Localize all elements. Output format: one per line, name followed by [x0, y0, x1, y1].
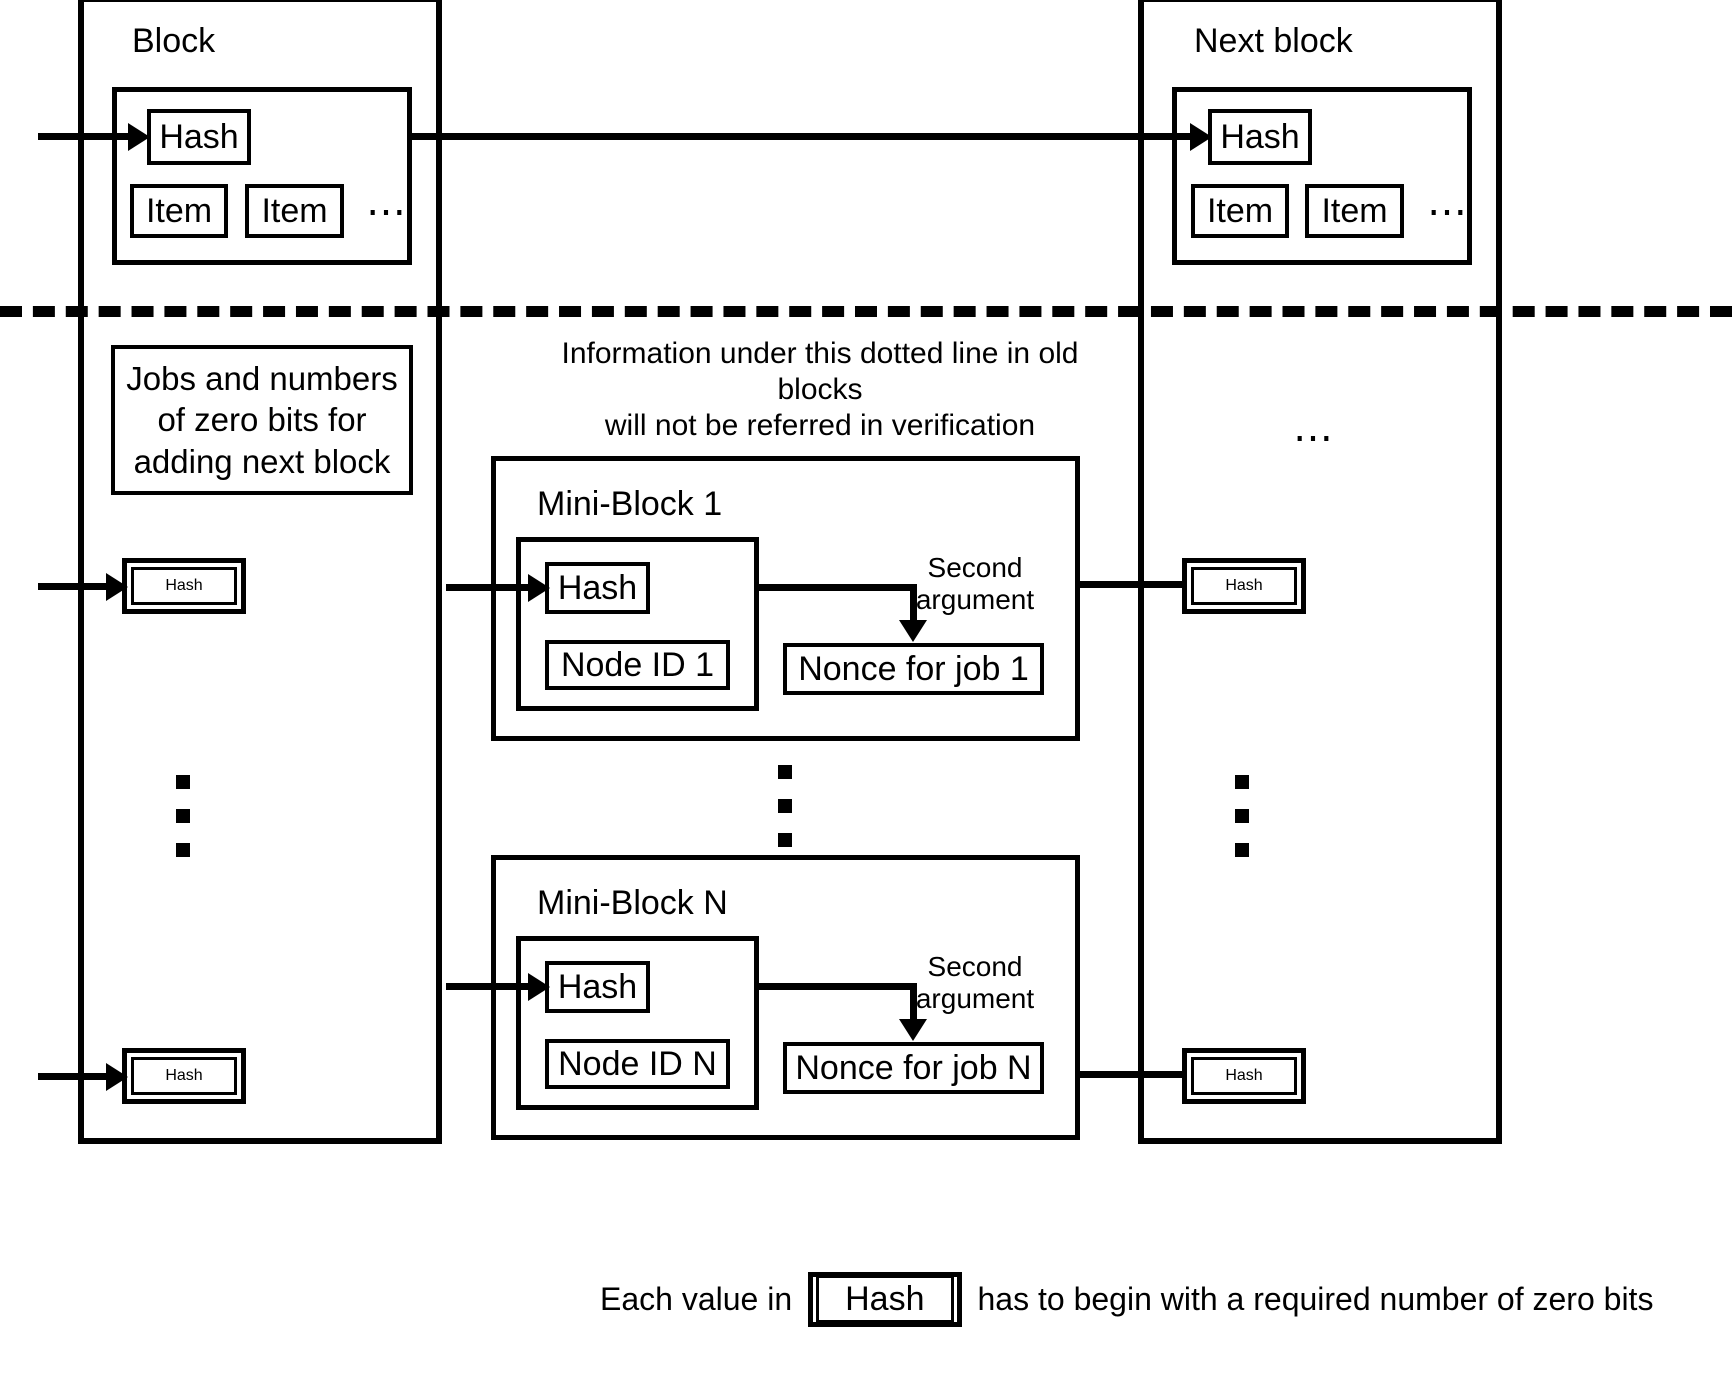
legend-hash-box: Hash	[808, 1272, 962, 1327]
right-column-vertical-ellipsis	[1235, 775, 1249, 857]
verification-cutoff-dashed-line	[0, 306, 1732, 317]
mini-block-n-nonce-label: Nonce for job N	[795, 1048, 1032, 1087]
block-items-ellipsis-right: ⋯	[1427, 190, 1471, 234]
block-items-ellipsis-left: ⋯	[366, 190, 410, 234]
mini-block-n-nonce-box: Nonce for job N	[783, 1042, 1044, 1094]
mini-block-n-second-argument-note: Second argument	[915, 951, 1035, 1015]
block-title-left: Block	[132, 22, 216, 60]
right-column-hash-label-2: Hash	[1191, 1057, 1297, 1095]
left-column-hash-box-1: Hash	[122, 558, 246, 614]
left-hash-2-incoming-line	[38, 1073, 108, 1080]
legend-suffix-text: has to begin with a required number of z…	[977, 1281, 1654, 1317]
block-hash-label-left: Hash	[159, 117, 239, 156]
block-hash-label-right: Hash	[1220, 117, 1300, 156]
mini-block-1-node-id-label: Node ID 1	[560, 645, 715, 684]
block-item-label-left-2: Item	[261, 191, 328, 230]
block-title-right: Next block	[1194, 22, 1353, 60]
mini-block-n-incoming-arrowhead	[528, 973, 550, 1001]
mini-block-1-nonce-box: Nonce for job 1	[783, 643, 1044, 695]
block-item-box-left-2: Item	[245, 184, 344, 238]
mini-block-1-outgoing-line	[1078, 581, 1196, 588]
left-column-vertical-ellipsis	[176, 775, 190, 857]
legend-hash-label: Hash	[816, 1275, 954, 1323]
right-column-horizontal-ellipsis: ⋯	[1293, 416, 1337, 460]
jobs-and-zero-bits-box: Jobs and numbers of zero bits for adding…	[111, 345, 413, 495]
mini-block-1-second-argument-note: Second argument	[915, 552, 1035, 616]
incoming-arrow-head-top	[128, 123, 150, 151]
left-hash-1-incoming-arrowhead	[106, 573, 128, 601]
chain-arrow-line-top	[412, 133, 1196, 140]
incoming-arrow-line-top	[38, 133, 130, 140]
mini-block-n-second-argument-arrowhead	[899, 1019, 927, 1041]
right-column-hash-label-1: Hash	[1191, 567, 1297, 605]
block-item-label-right-1: Item	[1206, 191, 1274, 230]
mini-block-1-nonce-label: Nonce for job 1	[798, 649, 1029, 688]
right-column-hash-box-2: Hash	[1182, 1048, 1306, 1104]
mini-block-n-node-id-box: Node ID N	[545, 1039, 730, 1089]
left-column-hash-box-2: Hash	[122, 1048, 246, 1104]
block-item-box-left-1: Item	[130, 184, 228, 238]
mini-block-1-hash-box: Hash	[545, 562, 650, 614]
blockchain-mini-block-diagram: Block Hash Item Item ⋯ Next block Hash I…	[0, 0, 1732, 1377]
mini-block-1-incoming-arrowhead	[528, 574, 550, 602]
verification-cutoff-note: Information under this dotted line in ol…	[561, 337, 1079, 442]
mini-block-1-incoming-line	[446, 584, 532, 591]
mini-block-vertical-ellipsis	[778, 765, 792, 847]
block-hash-box-right: Hash	[1208, 109, 1312, 165]
mini-block-1-node-id-box: Node ID 1	[545, 640, 730, 690]
mini-block-1-hash-label: Hash	[557, 568, 638, 607]
mini-block-1-title: Mini-Block 1	[537, 485, 723, 523]
legend-prefix-text: Each value in	[600, 1281, 793, 1317]
jobs-and-zero-bits-label: Jobs and numbers of zero bits for adding…	[126, 360, 398, 480]
right-column-hash-box-1: Hash	[1182, 558, 1306, 614]
block-item-label-left-1: Item	[145, 191, 213, 230]
left-column-hash-label-1: Hash	[131, 567, 237, 605]
mini-block-n-hash-label: Hash	[557, 967, 638, 1006]
mini-block-n-outgoing-line	[1078, 1071, 1196, 1078]
mini-block-1-second-argument-arrowhead	[899, 620, 927, 642]
mini-block-n-hash-box: Hash	[545, 961, 650, 1013]
left-hash-1-incoming-line	[38, 583, 108, 590]
left-column-hash-label-2: Hash	[131, 1057, 237, 1095]
mini-block-n-incoming-line	[446, 983, 532, 990]
block-item-box-right-2: Item	[1305, 184, 1404, 238]
block-hash-box-left: Hash	[147, 109, 251, 165]
block-item-box-right-1: Item	[1191, 184, 1289, 238]
mini-block-n-title: Mini-Block N	[537, 884, 728, 922]
left-hash-2-incoming-arrowhead	[106, 1063, 128, 1091]
mini-block-n-node-id-label: Node ID N	[558, 1044, 717, 1083]
legend: Each value in Hash has to begin with a r…	[600, 1272, 1653, 1327]
block-item-label-right-2: Item	[1321, 191, 1388, 230]
